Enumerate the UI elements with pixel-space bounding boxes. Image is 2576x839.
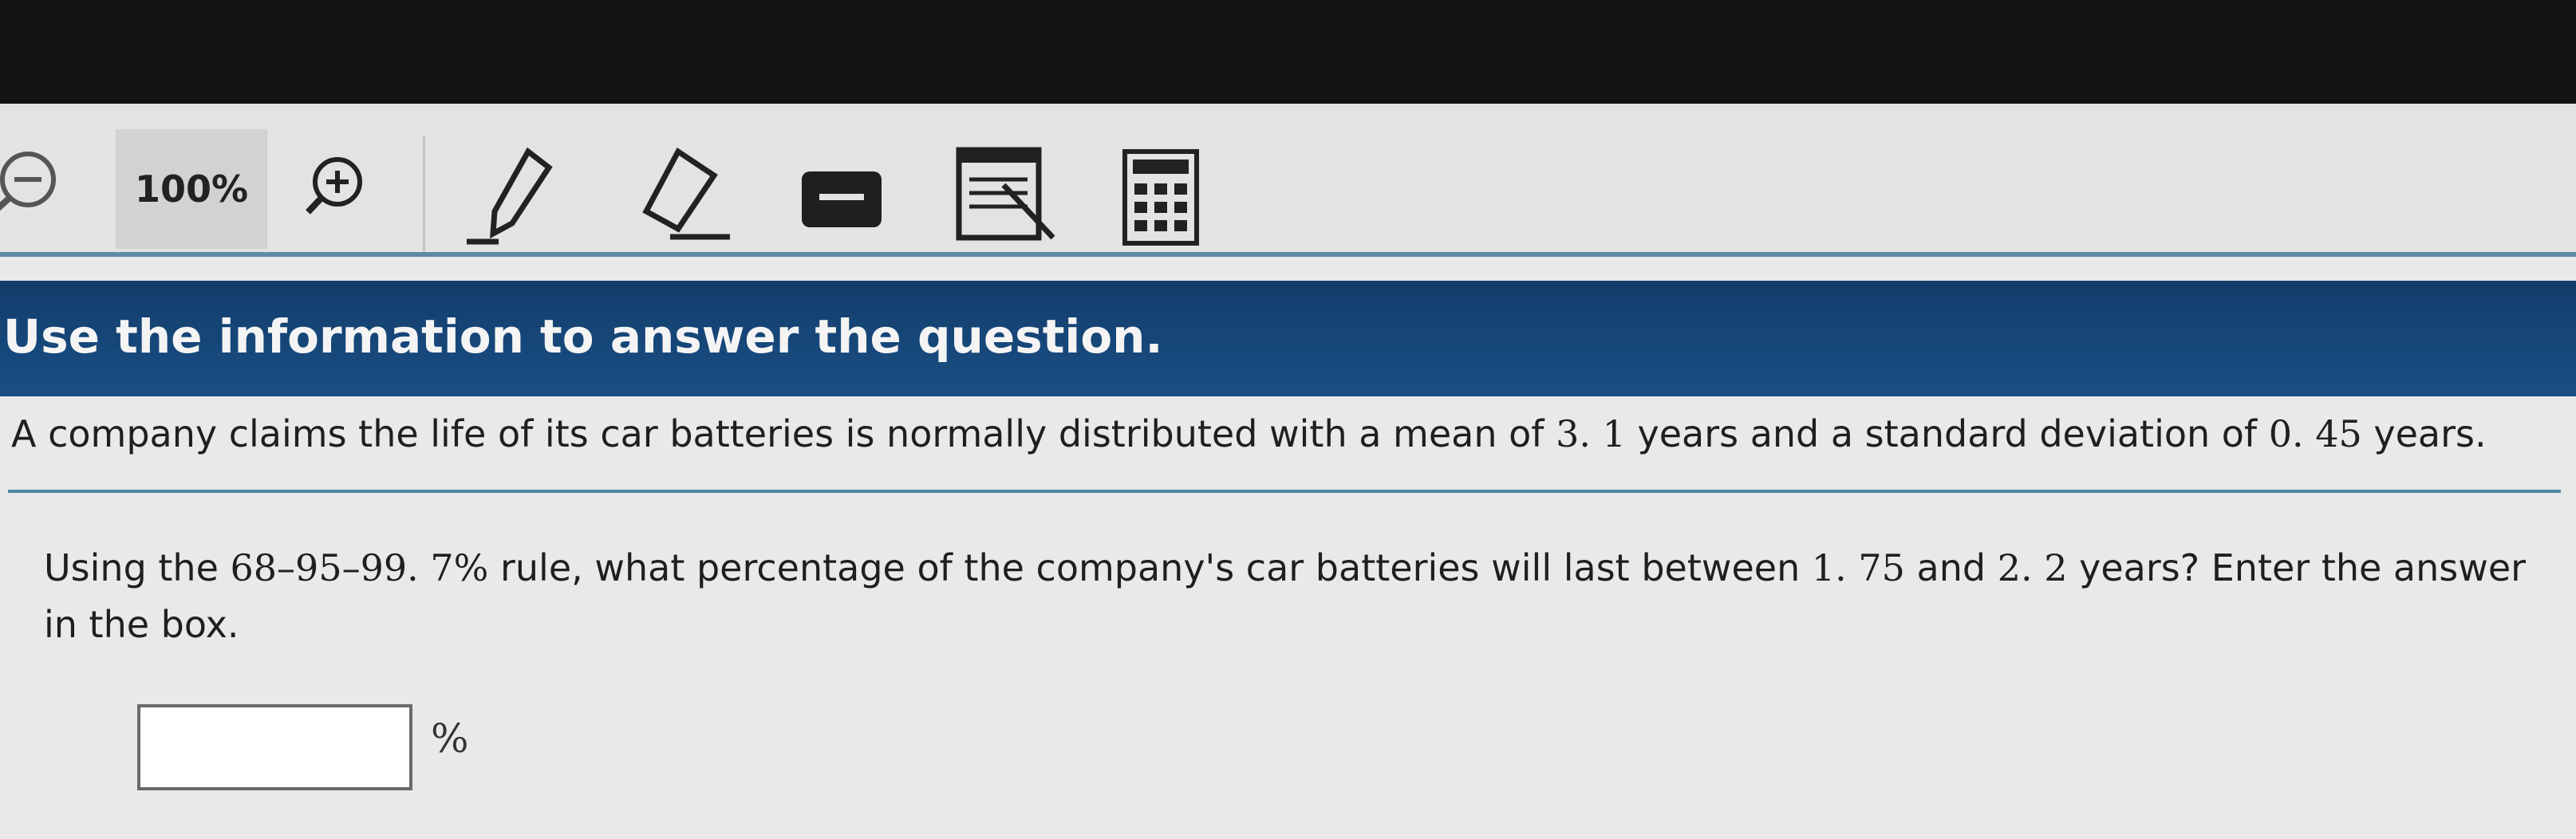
calculator-button[interactable] xyxy=(1117,140,1205,251)
monitor-bezel xyxy=(0,0,2576,108)
percent-unit: % xyxy=(431,715,469,762)
pencil-button[interactable] xyxy=(463,140,566,251)
question-content: A company claims the life of its car bat… xyxy=(0,396,2576,839)
zoom-out-button[interactable] xyxy=(0,144,60,219)
question-low: 1. 75 xyxy=(1811,546,1905,589)
notepad-icon xyxy=(956,147,1055,241)
eraser-icon xyxy=(642,147,730,240)
highlighter-icon xyxy=(802,171,882,227)
question-high: 2. 2 xyxy=(1997,546,2068,589)
question-prompt: Using the 68–95–99. 7% rule, what percen… xyxy=(44,540,2541,654)
question-text-2: rule, what percentage of the company's c… xyxy=(488,546,1812,589)
question-text-3: and xyxy=(1904,546,1998,589)
stem-sd: 0. 45 xyxy=(2268,412,2362,455)
stem-text-3: years. xyxy=(2361,412,2487,455)
toolbar-divider xyxy=(423,136,425,251)
answer-input[interactable] xyxy=(137,704,412,790)
question-header: Use the information to answer the questi… xyxy=(0,281,2576,396)
question-rule: 68–95–99. 7% xyxy=(230,546,489,589)
question-stem: A company claims the life of its car bat… xyxy=(11,412,2548,455)
zoom-out-icon xyxy=(0,152,56,211)
device-frame: 100% Use the information to answer the q… xyxy=(0,0,2576,839)
screen: 100% Use the information to answer the q… xyxy=(0,104,2576,839)
question-text-1: Using the xyxy=(44,546,231,589)
stem-text-1: A company claims the life of its car bat… xyxy=(11,412,1556,455)
calculator-icon xyxy=(1122,149,1199,246)
eraser-button[interactable] xyxy=(630,140,734,251)
zoom-in-icon xyxy=(306,157,362,215)
zoom-in-button[interactable] xyxy=(302,152,367,217)
stem-mean: 3. 1 xyxy=(1556,412,1626,455)
notepad-button[interactable] xyxy=(949,136,1069,255)
stem-text-2: years and a standard deviation of xyxy=(1625,412,2269,455)
zoom-level: 100% xyxy=(116,129,267,249)
pencil-icon xyxy=(467,147,553,245)
highlighter-button[interactable] xyxy=(794,140,890,251)
stem-divider xyxy=(8,490,2561,493)
toolbar: 100% xyxy=(0,104,2576,257)
